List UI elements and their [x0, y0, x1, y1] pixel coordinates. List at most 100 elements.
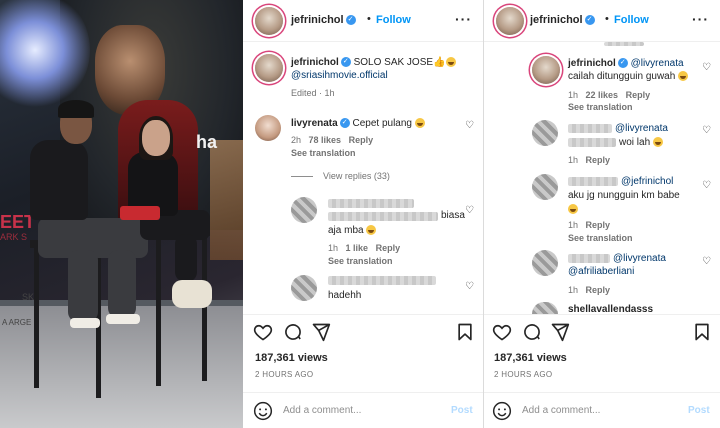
avatar[interactable] [496, 7, 524, 35]
see-translation-link[interactable]: See translation [568, 102, 633, 112]
caption-mention[interactable]: @sriasihmovie.official [291, 70, 388, 81]
more-options-icon[interactable]: ··· [455, 11, 472, 27]
verified-icon: ✓ [339, 118, 350, 129]
add-comment-input[interactable]: Add a comment... [522, 405, 600, 416]
blurred-avatar [291, 197, 317, 223]
reply-body: cailah ditungguin guwah [568, 71, 676, 82]
comment-time: 2h [291, 135, 302, 145]
like-heart-icon[interactable]: ♡ [465, 205, 474, 216]
laughing-emoji-icon [445, 57, 456, 68]
see-translation-link[interactable]: See translation [568, 233, 633, 243]
reply-text: hadehh [328, 290, 362, 301]
reply-button[interactable]: Reply [626, 90, 651, 100]
views-count[interactable]: 187,361 views [494, 352, 567, 364]
stage-text-2: A ARGE [2, 318, 32, 327]
blurred-avatar [532, 120, 558, 146]
blurred-username [568, 124, 612, 133]
comment-likes[interactable]: 78 likes [309, 135, 342, 145]
partial-avatar [532, 302, 558, 314]
blurred-username [568, 254, 610, 263]
post-owner-username[interactable]: jefrinichol ✓ [530, 14, 595, 26]
separator-dot: • [605, 13, 609, 25]
scrolled-content-edge [604, 42, 644, 46]
views-count[interactable]: 187,361 views [255, 352, 328, 364]
caption-username[interactable]: jefrinichol [291, 57, 339, 68]
reply-mention[interactable]: @afriliaberliani [568, 266, 634, 277]
reply-mention[interactable]: @livyrenata [613, 253, 666, 264]
post-button[interactable]: Post [451, 405, 473, 416]
like-heart-icon[interactable]: ♡ [465, 281, 474, 292]
caption-text: SOLO SAK JOSE [353, 57, 434, 68]
like-heart-icon[interactable]: ♡ [702, 180, 711, 191]
save-bookmark-icon[interactable] [455, 322, 475, 342]
see-translation-link[interactable]: See translation [328, 256, 393, 266]
reply-mention[interactable]: @livyrenata [631, 58, 684, 69]
reply-username[interactable]: jefrinichol [568, 58, 616, 69]
share-send-icon[interactable] [311, 322, 331, 342]
reply-time: 1h [568, 90, 579, 100]
reply-button[interactable]: Reply [349, 135, 374, 145]
shoe [172, 280, 212, 308]
like-heart-icon[interactable]: ♡ [702, 62, 711, 73]
verified-icon: ✓ [345, 15, 356, 26]
reply-button[interactable]: Reply [376, 243, 401, 253]
reply-text: woi lah [619, 137, 663, 148]
action-bar [484, 314, 720, 348]
avatar[interactable] [255, 7, 283, 35]
reply-button[interactable]: Reply [586, 220, 611, 230]
post-owner-username[interactable]: jefrinichol ✓ [291, 14, 356, 26]
shoe [106, 314, 140, 324]
reply-mention[interactable]: @jefrinichol [621, 176, 673, 187]
reply-likes[interactable]: 22 likes [586, 90, 619, 100]
share-send-icon[interactable] [550, 322, 570, 342]
stage-text: SK [22, 292, 35, 302]
emoji-icon[interactable] [253, 401, 273, 421]
person-leg [108, 250, 136, 318]
username-text[interactable]: jefrinichol [530, 14, 583, 26]
reply-text: aja mba [328, 225, 377, 236]
comment-username[interactable]: livyrenata [291, 118, 338, 129]
reply-meta: 1h Reply [568, 285, 610, 295]
add-comment-input[interactable]: Add a comment... [283, 405, 361, 416]
avatar[interactable] [255, 115, 281, 141]
like-heart-icon[interactable]: ♡ [702, 125, 711, 136]
more-options-icon[interactable]: ··· [692, 11, 709, 27]
like-heart-icon[interactable]: ♡ [465, 120, 474, 131]
post-photo[interactable]: ha EET ARK S SK A ARGE [0, 0, 243, 428]
action-bar [243, 314, 483, 348]
reply-time: 1h [328, 243, 339, 253]
follow-button[interactable]: Follow [614, 14, 649, 26]
reply-meta: 1h Reply [568, 155, 610, 165]
reply-meta: 1h Reply [568, 220, 610, 230]
post-button[interactable]: Post [688, 405, 710, 416]
reply-button[interactable]: Reply [586, 155, 611, 165]
reply-body: woi lah [619, 137, 651, 148]
comment-bubble-icon[interactable] [522, 322, 542, 342]
emoji-icon[interactable] [492, 401, 512, 421]
person-leg [175, 234, 197, 282]
like-heart-icon[interactable] [492, 322, 512, 342]
caption: jefrinichol ✓ SOLO SAK JOSE👍 [291, 57, 456, 68]
view-replies-link[interactable]: View replies (33) [323, 171, 390, 181]
like-heart-icon[interactable]: ♡ [702, 256, 711, 267]
person-head [142, 120, 170, 156]
comment-bubble-icon[interactable] [283, 322, 303, 342]
reply-meta: 1h 1 like Reply [328, 243, 400, 253]
reply-likes[interactable]: 1 like [346, 243, 369, 253]
like-heart-icon[interactable] [253, 322, 273, 342]
see-translation-link[interactable]: See translation [291, 148, 356, 158]
avatar[interactable] [255, 54, 283, 82]
person-hair [58, 100, 94, 118]
reply-mention[interactable]: @livyrenata [615, 123, 668, 134]
username-text[interactable]: jefrinichol [291, 14, 344, 26]
blurred-avatar [291, 275, 317, 301]
save-bookmark-icon[interactable] [692, 322, 712, 342]
stool-leg [202, 236, 207, 381]
reply-time: 1h [568, 155, 579, 165]
reply-button[interactable]: Reply [586, 285, 611, 295]
follow-button[interactable]: Follow [376, 14, 411, 26]
smile-emoji-icon [652, 137, 663, 148]
stool-leg [156, 236, 161, 386]
background-sign: ha [196, 132, 218, 152]
avatar[interactable] [532, 56, 560, 84]
